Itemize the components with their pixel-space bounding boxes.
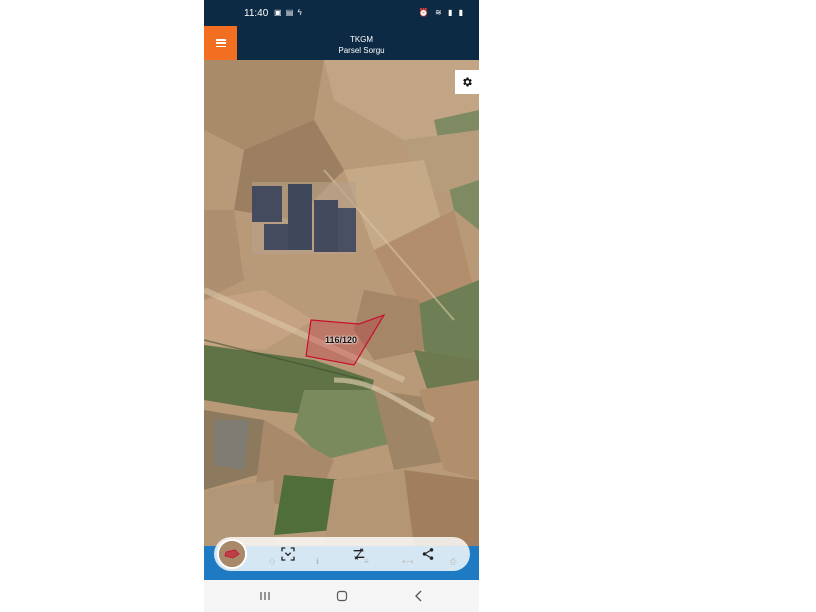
status-system-icons: ⏰ ≋ ▮ ▮ — [419, 8, 465, 17]
compass-icon: ◇ — [269, 557, 276, 566]
scan-icon — [281, 547, 295, 561]
recents-button[interactable] — [253, 588, 277, 604]
back-button[interactable] — [407, 588, 431, 604]
app-title-line2: Parsel Sorgu — [338, 46, 385, 55]
bolt-icon: ϟ — [297, 8, 303, 17]
alarm-icon: ⏰ — [418, 8, 431, 17]
app-header: TKGM Parsel Sorgu — [204, 26, 479, 60]
settings-button[interactable] — [455, 70, 479, 94]
wifi-icon: ≋ — [435, 8, 444, 17]
map-imagery — [204, 60, 479, 546]
status-bar: 11:40 ▣ ▤ ϟ ⏰ ≋ ▮ ▮ — [204, 0, 479, 26]
gear-icon — [463, 77, 472, 87]
photo-icon: ▤ — [285, 8, 295, 17]
share-button[interactable] — [418, 544, 438, 564]
app-title-line1: TKGM — [349, 35, 374, 44]
home-button[interactable] — [330, 588, 354, 604]
measure-icon: ⟷ — [402, 557, 414, 566]
system-navbar — [204, 580, 479, 612]
menu-button[interactable] — [204, 26, 237, 60]
status-time: 11:40 — [244, 8, 269, 19]
layers-icon: ≡ — [364, 557, 369, 566]
share-icon — [422, 548, 434, 560]
home-icon — [336, 590, 348, 602]
battery-icon: ▮ — [458, 8, 465, 17]
phone-screen: 11:40 ▣ ▤ ϟ ⏰ ≋ ▮ ▮ TKGM Parsel Sorgu 11… — [204, 0, 479, 612]
signal-icon: ▮ — [447, 8, 455, 17]
app-title: TKGM Parsel Sorgu — [244, 34, 479, 56]
hamburger-icon — [215, 39, 226, 47]
print-icon: ⎙ — [450, 557, 457, 566]
status-notification-icons: ▣ ▤ ϟ — [274, 8, 303, 17]
gallery-icon: ▣ — [274, 8, 283, 17]
solar-farm — [252, 182, 356, 254]
info-icon: ℹ — [316, 557, 320, 566]
satellite-map[interactable] — [204, 60, 479, 546]
recents-icon — [260, 592, 270, 600]
scan-button[interactable] — [278, 544, 298, 564]
parcel-thumbnail[interactable] — [217, 539, 247, 569]
parcel-label: 116/120 — [325, 335, 358, 345]
parcel-thumbnail-image — [219, 541, 245, 567]
map-toolbar: ◇ ℹ ≡ ⟷ ⎙ — [214, 537, 470, 571]
back-icon — [415, 590, 422, 602]
